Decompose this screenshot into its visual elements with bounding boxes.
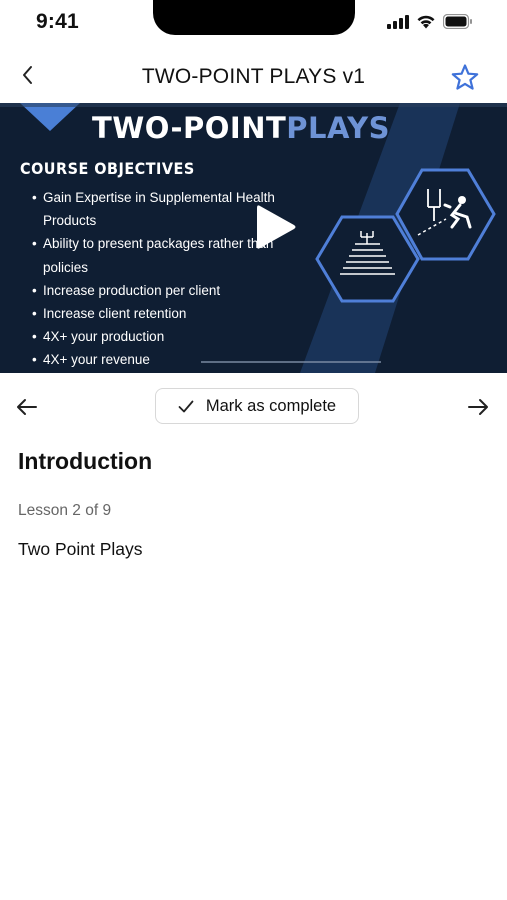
next-lesson-button[interactable] [462, 391, 494, 423]
previous-lesson-button[interactable] [11, 391, 43, 423]
status-icons [387, 14, 473, 29]
battery-icon [443, 14, 472, 29]
play-icon[interactable] [254, 202, 298, 252]
lesson-controls: Mark as complete [0, 385, 507, 427]
objective-item: Gain Expertise in Supplemental Health [32, 186, 275, 209]
objective-item: Products [43, 213, 97, 229]
mark-complete-button[interactable]: Mark as complete [155, 388, 359, 424]
video-title-white: TWO-POINT [92, 111, 287, 145]
objective-item: 4X+ your production [32, 325, 275, 348]
mark-complete-label: Mark as complete [205, 396, 337, 415]
lesson-heading: Introduction [18, 448, 153, 474]
device-notch [153, 0, 355, 35]
arrow-left-icon [17, 399, 37, 415]
status-bar: 9:41 [0, 0, 507, 48]
wifi-icon [417, 15, 435, 29]
objective-item: Increase production per client [32, 279, 275, 302]
objectives-list: Gain Expertise in Supplemental Health Pr… [32, 186, 275, 372]
video-player[interactable]: TWO-POINTPLAYS COURSE OBJECTIVES Gain Ex… [0, 103, 507, 373]
objective-item: Ability to present packages rather than [32, 232, 275, 255]
status-time: 9:41 [36, 10, 79, 33]
favorite-button[interactable] [449, 62, 481, 94]
checkmark-icon [178, 400, 194, 412]
video-title: TWO-POINTPLAYS [92, 111, 390, 145]
lesson-position: Lesson 2 of 9 [18, 502, 112, 519]
lesson-screen: 9:41 TWO-POINT PLAYS v1 TWO-POINTPLAYS C… [0, 0, 507, 900]
objective-item: Increase client retention [32, 302, 275, 325]
video-title-blue: PLAYS [286, 111, 391, 145]
objectives-heading: COURSE OBJECTIVES [20, 159, 195, 178]
page-title: TWO-POINT PLAYS v1 [141, 65, 366, 88]
arrow-right-icon [468, 399, 488, 415]
objective-item: policies [43, 259, 89, 275]
video-progress-track[interactable] [201, 361, 381, 363]
cellular-signal-icon [387, 14, 409, 29]
star-icon [451, 64, 479, 90]
lesson-description: Two Point Plays [18, 539, 143, 559]
navigation-bar: TWO-POINT PLAYS v1 [0, 52, 507, 104]
